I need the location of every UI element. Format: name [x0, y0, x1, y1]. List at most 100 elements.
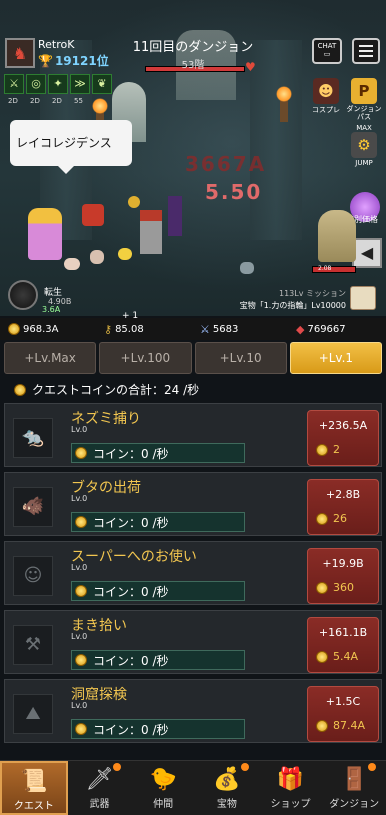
coin-icon [316, 443, 328, 456]
coin-icon [316, 719, 328, 732]
sword-icon: ⚔ [200, 323, 210, 336]
coin-icon [316, 512, 328, 525]
treasure-chest-icon: 💰 [213, 767, 241, 792]
quest-upgrade-button[interactable]: +19.9B 360 [307, 548, 379, 604]
level-increment-tabs: +Lv.Max +Lv.100 +Lv.10 +Lv.1 [4, 342, 382, 374]
quest-list: 🐀 ネズミ捕り Lv.0 コイン：0 /秒 +236.5A 2 🐗 ブタの出荷 … [4, 403, 382, 748]
quest-level: Lv.0 [71, 701, 88, 710]
nav-shop[interactable]: 🎁 ショップ [259, 761, 323, 815]
coin-drop-icon [128, 196, 140, 208]
tab-lv-10[interactable]: +Lv.10 [194, 342, 287, 374]
key-icon: ⚷ [104, 323, 113, 336]
boar-icon: 🐗 [13, 487, 53, 527]
quest-coin-total: クエストコインの合計：24 /秒 [14, 381, 199, 398]
mission-text: 宝物「1.力の指輪」Lv10000 [239, 301, 346, 310]
quest-cost: 87.4A [316, 719, 365, 732]
quest-item: ⚒ まき拾い Lv.0 コイン：0 /秒 +161.1B 5.4A [4, 610, 382, 674]
buff-level: 55 [74, 97, 83, 105]
reincarnation-button[interactable] [8, 280, 38, 310]
quest-upgrade-button[interactable]: +161.1B 5.4A [307, 617, 379, 673]
nav-companions[interactable]: 🐤 仲間 [131, 761, 195, 815]
quest-rate: コイン：0 /秒 [71, 650, 245, 670]
princess-sprite [28, 208, 62, 260]
nav-dungeon[interactable]: 🚪 ダンジョン [322, 761, 386, 815]
coin-buff-icon[interactable]: ◎ [26, 74, 46, 94]
coin-icon [316, 650, 328, 663]
notification-dot [368, 763, 377, 771]
coin-icon [75, 516, 87, 528]
coin-icon [316, 581, 328, 594]
boots-buff-icon[interactable]: ≫ [70, 74, 90, 94]
quest-rate: コイン：0 /秒 [71, 443, 245, 463]
boss-hp-label: 2.08 [318, 265, 332, 272]
buff-bar: ⚔ ◎ ✦ ≫ ❦ [4, 74, 112, 94]
coin-icon [14, 383, 26, 396]
quest-item: ⛰ 洞窟探検 Lv.0 コイン：0 /秒 +1.5C 87.4A [4, 679, 382, 743]
crossed-swords-icon[interactable]: ⚔ [4, 74, 24, 94]
quest-name: スーパーへのお使い [71, 549, 197, 565]
costume-button[interactable]: ☻ コスプレ [308, 78, 344, 115]
sprout-buff-icon[interactable]: ❦ [92, 74, 112, 94]
quest-upgrade-button[interactable]: +236.5A 2 [307, 410, 379, 466]
mission-scroll-icon[interactable] [350, 286, 376, 310]
buff-level: 2D [52, 97, 62, 105]
chat-button[interactable]: CHAT ▭ [312, 38, 342, 64]
quest-cost: 2 [316, 443, 340, 456]
quest-cost: 360 [316, 581, 354, 594]
firewood-icon: ⚒ [13, 625, 53, 665]
buff-level: 2D [8, 97, 18, 105]
gem-balance: ◆ 769667 [296, 323, 346, 336]
bottom-navigation: 📜 クエスト 🗡 武器 🐤 仲間 💰 宝物 🎁 ショップ 🚪 ダンジョン [0, 760, 386, 815]
dungeon-pass-button[interactable]: P ダンジョン パス [346, 78, 382, 121]
speed-buff-icon[interactable]: ✦ [48, 74, 68, 94]
mission-level: 113Lv ミッション [278, 289, 346, 298]
pet-sprite [90, 250, 104, 264]
nav-weapon[interactable]: 🗡 武器 [68, 761, 132, 815]
coin-icon [75, 723, 87, 735]
tab-lv-100[interactable]: +Lv.100 [99, 342, 192, 374]
tab-lv-max[interactable]: +Lv.Max [4, 342, 97, 374]
quest-level: Lv.0 [71, 425, 88, 434]
buff-level: 2D [30, 97, 40, 105]
coin-balance: 968.3A [8, 323, 58, 335]
quest-gain: +161.1B [318, 626, 368, 639]
quest-rate: コイン：0 /秒 [71, 512, 245, 532]
demon-icon: ♥ [245, 60, 256, 74]
tab-lv-1[interactable]: +Lv.1 [289, 342, 382, 374]
quest-rate: コイン：0 /秒 [71, 719, 245, 739]
pass-icon: P [351, 78, 377, 104]
quest-upgrade-button[interactable]: +2.8B 26 [307, 479, 379, 535]
quest-level: Lv.0 [71, 632, 88, 641]
dark-wizard-sprite [168, 196, 182, 236]
damage-number-small: 5.50 [205, 180, 263, 204]
quest-gain: +19.9B [322, 557, 364, 570]
nav-quest[interactable]: 📜 クエスト [0, 761, 68, 815]
quest-item: 🐀 ネズミ捕り Lv.0 コイン：0 /秒 +236.5A 2 [4, 403, 382, 467]
hero-knight-sprite [140, 210, 162, 254]
collapse-arrow-button[interactable]: ◀ [352, 238, 382, 268]
coin-icon [8, 323, 20, 335]
mission-panel[interactable]: 113Lv ミッション 宝物「1.力の指輪」Lv10000 [210, 288, 346, 312]
nav-treasure[interactable]: 💰 宝物 [195, 761, 259, 815]
dragon-pet-sprite [82, 204, 104, 226]
quest-rate: コイン：0 /秒 [71, 581, 245, 601]
quest-item: 🐗 ブタの出荷 Lv.0 コイン：0 /秒 +2.8B 26 [4, 472, 382, 536]
jump-button[interactable]: MAX ⚙ JUMP [346, 124, 382, 167]
quest-gain: +1.5C [325, 695, 361, 708]
menu-button[interactable] [352, 38, 380, 64]
snake-boss-sprite [318, 210, 356, 262]
coin-icon [75, 654, 87, 666]
quest-cost: 26 [316, 512, 347, 525]
quest-upgrade-button[interactable]: +1.5C 87.4A [307, 686, 379, 742]
damage-number-large: 3667A [185, 152, 267, 176]
sword-icon: 🗡 [85, 767, 114, 792]
rat-enemy-sprite [240, 262, 254, 274]
chick-pet-sprite [118, 248, 132, 260]
quest-item: ☺ スーパーへのお使い Lv.0 コイン：0 /秒 +19.9B 360 [4, 541, 382, 605]
reincarnation-sub-value: 3.6A [42, 305, 61, 314]
chick-icon: 🐤 [149, 767, 177, 792]
quest-gain: +2.8B [325, 488, 361, 501]
sword-balance: ⚔ 5683 [200, 323, 239, 336]
notification-dot [240, 763, 249, 771]
key-balance: ⚷ 85.08 [104, 323, 144, 336]
